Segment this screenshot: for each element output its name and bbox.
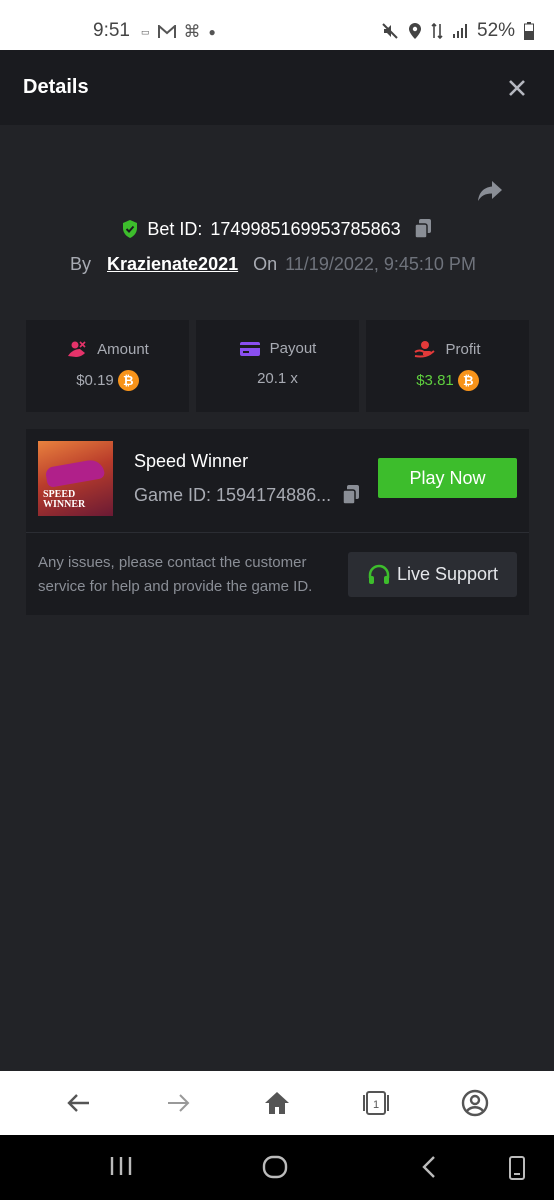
profit-value: $3.81 [416, 372, 454, 389]
status-time: 9:51 [93, 20, 130, 41]
game-id-row: Game ID: 1594174886... [134, 484, 361, 506]
payout-card-icon [239, 341, 260, 356]
bet-datetime: 11/19/2022, 9:45:10 PM [285, 253, 476, 274]
location-icon [409, 23, 421, 39]
close-icon[interactable] [508, 79, 526, 97]
game-id: Game ID: 1594174886... [134, 484, 332, 505]
payout-label: Payout [269, 340, 317, 357]
status-left-icons: ▭ ⌘ ● [141, 22, 216, 42]
dot-icon: ● [208, 25, 216, 39]
arrow-left-icon [66, 1094, 89, 1112]
stat-amount-value: $0.19 ₿ [26, 370, 189, 391]
by-label: By [70, 253, 92, 274]
payout-value: 20.1 x [257, 370, 298, 387]
car-graphic [44, 458, 106, 488]
battery-level: 52% [477, 20, 516, 41]
copy-icon[interactable] [341, 484, 361, 506]
game-thumbnail-title: SPEED WINNER [43, 489, 86, 510]
browser-bottom-nav: 1 [0, 1071, 554, 1135]
home-icon [264, 1092, 289, 1114]
copy-icon[interactable] [413, 218, 433, 240]
system-nav-bar [0, 1135, 554, 1200]
stat-amount: Amount $0.19 ₿ [26, 320, 189, 412]
signal-icon [453, 24, 467, 38]
command-icon: ⌘ [183, 22, 201, 41]
game-name: Speed Winner [134, 451, 249, 471]
tabs-icon: 1 [363, 1091, 390, 1115]
live-support-label: Live Support [396, 564, 499, 584]
profit-label: Profit [445, 340, 481, 358]
keyboard-toggle-icon[interactable] [508, 1155, 526, 1181]
bet-id-value: 1749985169953785863 [210, 218, 401, 239]
battery-icon [524, 22, 535, 40]
tabs-button[interactable]: 1 [356, 1083, 396, 1123]
headset-icon [368, 564, 390, 584]
data-icon [431, 22, 443, 40]
stat-profit-value: $3.81 ₿ [366, 370, 529, 391]
page-title: Details [23, 76, 89, 98]
stat-payout: Payout 20.1 x [196, 320, 359, 412]
username-link[interactable]: Krazienate2021 [107, 254, 238, 275]
amount-label: Amount [97, 340, 149, 358]
live-support-button[interactable]: Live Support [348, 552, 517, 597]
bet-id-label: Bet ID: [147, 218, 203, 239]
bitcoin-icon: ₿ [117, 370, 139, 391]
status-bar: 9:51 ▭ ⌘ ● 52% [0, 0, 554, 50]
divider [26, 532, 529, 533]
game-card: SPEED WINNER Speed Winner Game ID: 15941… [26, 429, 529, 615]
bet-id-row: Bet ID: 1749985169953785863 [0, 216, 554, 242]
arrow-right-icon [167, 1094, 190, 1112]
stat-payout-value: 20.1 x [196, 370, 359, 387]
play-now-button[interactable]: Play Now [378, 458, 517, 498]
amount-icon [68, 341, 86, 357]
home-button[interactable] [257, 1083, 297, 1123]
support-note: Any issues, please contact the customer … [38, 554, 313, 595]
bitcoin-icon: ₿ [457, 370, 479, 391]
mute-icon [382, 23, 398, 39]
share-icon[interactable] [476, 179, 504, 203]
bet-stats: Amount $0.19 ₿ Payout 20.1 x Profit $3.8… [26, 320, 529, 412]
on-label: On [253, 253, 278, 274]
home-circle-icon[interactable] [262, 1155, 288, 1179]
gmail-icon [157, 25, 176, 38]
stat-payout-head: Payout [196, 340, 359, 357]
details-header: Details [0, 50, 554, 125]
status-right-icons: 52% [381, 20, 535, 42]
svg-text:1: 1 [373, 1099, 379, 1111]
account-icon [462, 1089, 489, 1117]
profit-hand-icon [414, 341, 436, 358]
stat-profit-head: Profit [366, 340, 529, 358]
stat-profit: Profit $3.81 ₿ [366, 320, 529, 412]
amount-value: $0.19 [76, 372, 114, 389]
stat-amount-head: Amount [26, 340, 189, 358]
bet-author-row: By Krazienate2021 On 11/19/2022, 9:45:10… [70, 251, 476, 277]
notification-icon: ▭ [141, 26, 150, 37]
recent-apps-icon[interactable] [109, 1155, 133, 1177]
account-button[interactable] [455, 1083, 495, 1123]
forward-button[interactable] [158, 1083, 198, 1123]
system-back-icon[interactable] [420, 1155, 438, 1179]
back-button[interactable] [59, 1083, 99, 1123]
game-thumbnail[interactable]: SPEED WINNER [38, 441, 113, 516]
shield-check-icon [123, 220, 138, 238]
